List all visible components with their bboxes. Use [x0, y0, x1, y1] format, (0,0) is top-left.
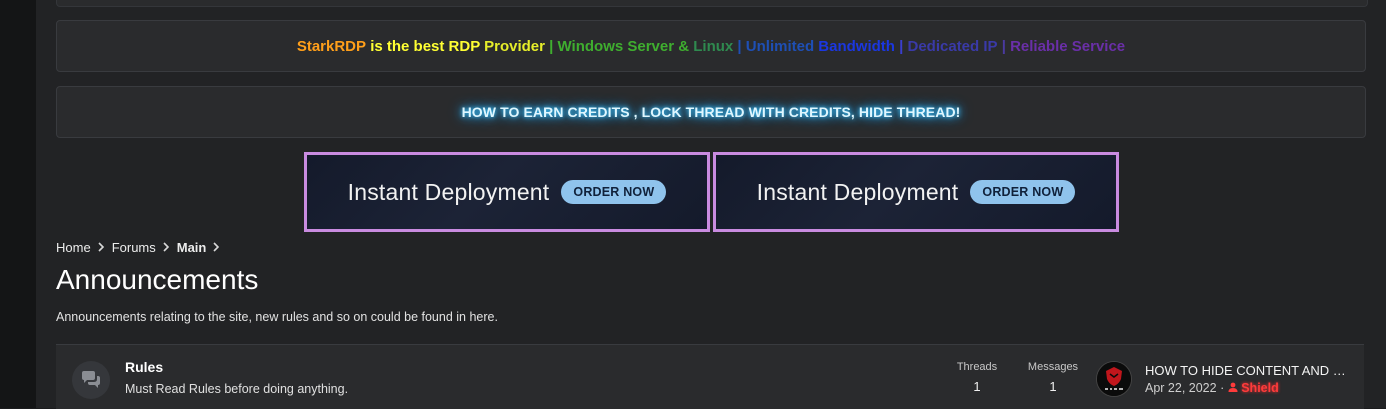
latest-user-link[interactable]: Shield [1228, 381, 1279, 395]
latest-username: Shield [1241, 381, 1279, 395]
order-now-button[interactable]: ORDER NOW [970, 180, 1076, 204]
notice-seg: Linux [693, 37, 734, 55]
breadcrumb-home[interactable]: Home [56, 240, 91, 255]
messages-label: Messages [1027, 361, 1079, 373]
notice-credits-text: HOW TO EARN CREDITS , LOCK THREAD WITH C… [461, 104, 961, 120]
chevron-right-icon [213, 240, 220, 255]
latest-date: Apr 22, 2022 [1145, 381, 1217, 395]
notice-seg: is the best RDP [366, 37, 485, 55]
notice-seg: | [894, 37, 908, 55]
breadcrumb-forums[interactable]: Forums [112, 240, 156, 255]
user-icon [1228, 381, 1241, 395]
notice-credits[interactable]: HOW TO EARN CREDITS , LOCK THREAD WITH C… [56, 86, 1366, 138]
banner-title: Instant Deployment [756, 178, 959, 205]
forum-description: Must Read Rules before doing anything. [125, 382, 349, 396]
notice-seg: Reliable Service [1010, 37, 1126, 55]
breadcrumb: Home Forums Main [56, 240, 227, 255]
meta-separator: · [1220, 381, 1225, 395]
top-strip [56, 0, 1368, 7]
messages-count: 1 [1049, 379, 1057, 394]
notice-seg: | Windows Server & [544, 37, 694, 55]
notice-seg: | [997, 37, 1011, 55]
page-title: Announcements [56, 264, 259, 295]
ad-banner-left[interactable]: Instant Deployment ORDER NOW [304, 152, 710, 232]
avatar[interactable] [1096, 361, 1132, 397]
notice-seg: | Unlimited [733, 37, 819, 55]
notice-starkrdp[interactable]: StarkRDP is the best RDP Provider | Wind… [56, 20, 1366, 72]
left-rail [0, 0, 36, 408]
breadcrumb-main[interactable]: Main [177, 240, 207, 255]
threads-label: Threads [956, 361, 998, 373]
chat-bubbles-icon [72, 361, 110, 399]
threads-stat: Threads 1 [952, 361, 1002, 394]
forum-title[interactable]: Rules [125, 359, 163, 375]
chevron-right-icon [98, 240, 105, 255]
latest-thread-link[interactable]: HOW TO HIDE CONTENT AND LOCK THREAD WITH… [1145, 363, 1353, 378]
messages-stat: Messages 1 [1022, 361, 1084, 394]
latest-meta: Apr 22, 2022 · Shield [1145, 381, 1279, 395]
banner-title: Instant Deployment [347, 178, 550, 205]
threads-count: 1 [973, 379, 981, 394]
notice-seg: Bandwidth [818, 37, 895, 55]
page-description: Announcements relating to the site, new … [56, 310, 498, 324]
ad-banner-right[interactable]: Instant Deployment ORDER NOW [713, 152, 1119, 232]
notice-seg: Dedicated IP [907, 37, 998, 55]
notice-seg: Provider [484, 37, 545, 55]
notice-seg: StarkRDP [296, 37, 367, 55]
forum-node-rules[interactable]: Rules Must Read Rules before doing anyth… [56, 344, 1364, 409]
chevron-right-icon [163, 240, 170, 255]
order-now-button[interactable]: ORDER NOW [561, 180, 667, 204]
